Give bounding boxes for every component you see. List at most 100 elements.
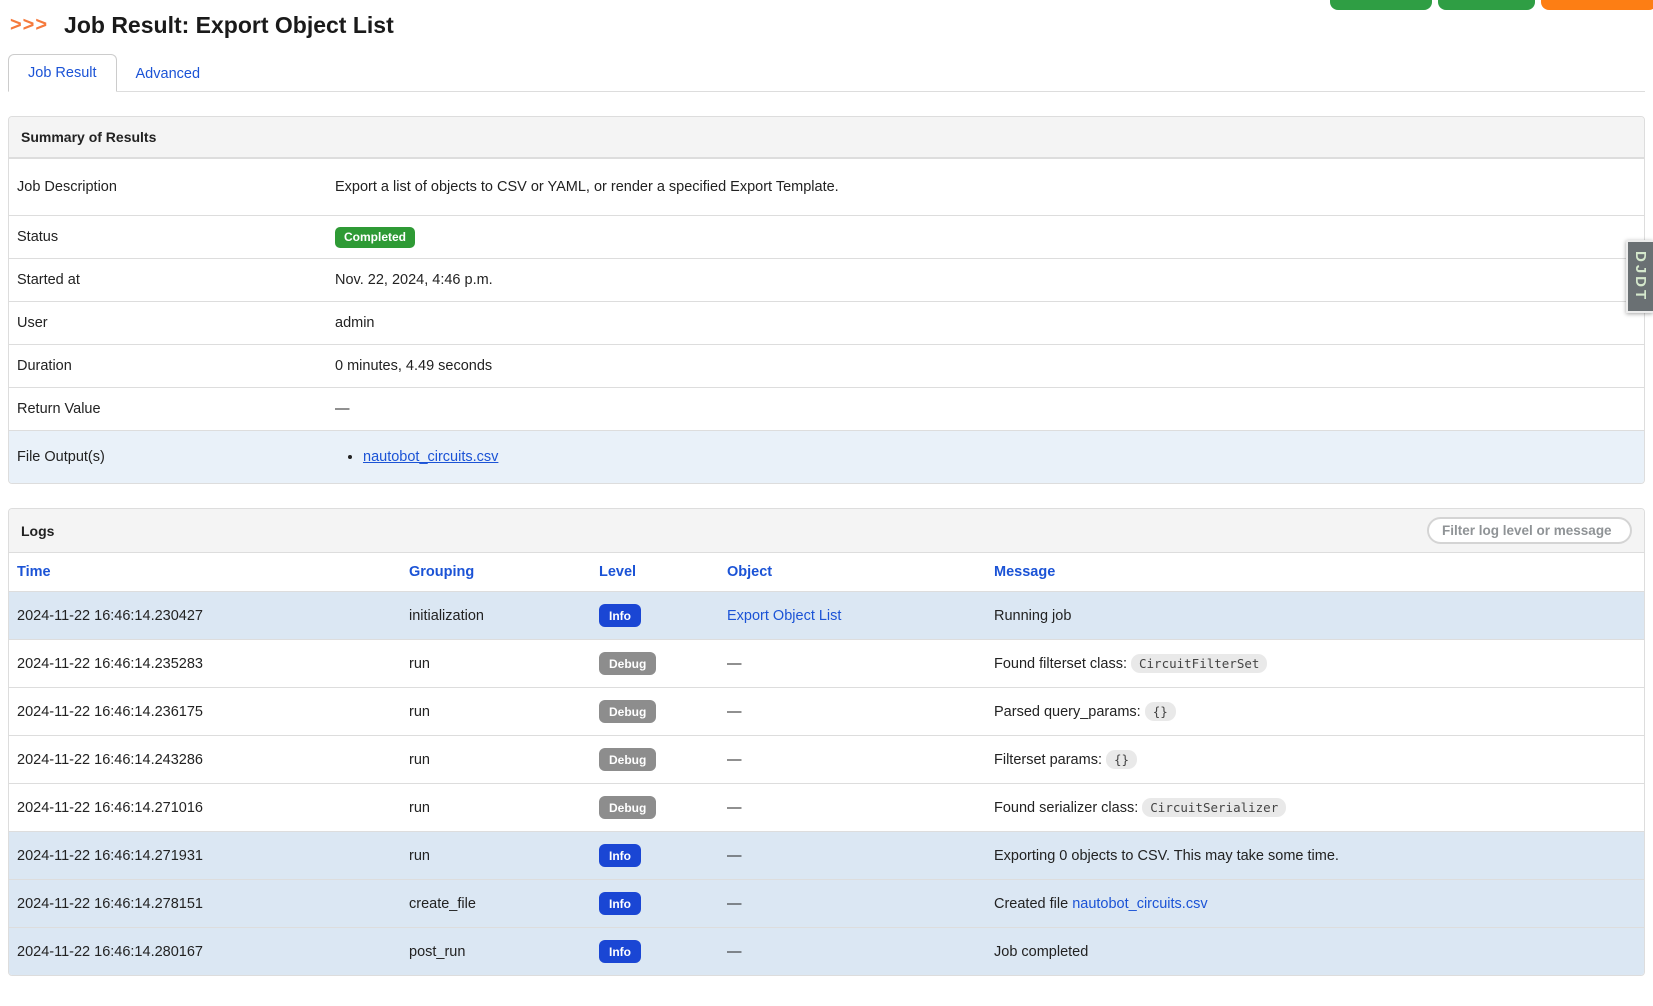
log-row: 2024-11-22 16:46:14.271931 run Info — Ex… xyxy=(9,832,1644,880)
log-message: Parsed query_params: {} xyxy=(986,688,1644,736)
log-row: 2024-11-22 16:46:14.243286 run Debug — F… xyxy=(9,736,1644,784)
log-time: 2024-11-22 16:46:14.243286 xyxy=(9,736,401,784)
log-time: 2024-11-22 16:46:14.235283 xyxy=(9,640,401,688)
log-level-badge: Debug xyxy=(599,700,656,723)
code-chip: CircuitSerializer xyxy=(1142,798,1286,817)
log-message-link[interactable]: nautobot_circuits.csv xyxy=(1072,896,1207,912)
sort-column-grouping[interactable]: Grouping xyxy=(409,564,474,580)
em-dash: — xyxy=(727,752,742,768)
summary-row-job-description: Job Description Export a list of objects… xyxy=(9,158,1644,215)
log-level: Debug xyxy=(591,784,719,832)
summary-row-return-value: Return Value — xyxy=(9,387,1644,430)
log-message-text: Created file xyxy=(994,896,1072,912)
sort-column-level[interactable]: Level xyxy=(599,564,636,580)
log-grouping: initialization xyxy=(401,592,591,640)
log-object: — xyxy=(719,736,986,784)
log-level-badge: Info xyxy=(599,940,641,963)
nautobot-prompt-icon: >>> xyxy=(10,14,48,37)
log-level-badge: Info xyxy=(599,892,641,915)
log-object: — xyxy=(719,880,986,928)
summary-label: Status xyxy=(9,219,327,255)
summary-row-user: User admin xyxy=(9,301,1644,344)
summary-value: nautobot_circuits.csv xyxy=(327,439,506,475)
log-time: 2024-11-22 16:46:14.271016 xyxy=(9,784,401,832)
code-chip: CircuitFilterSet xyxy=(1131,654,1267,673)
em-dash: — xyxy=(727,944,742,960)
summary-row-status: Status Completed xyxy=(9,215,1644,258)
log-message-text: Parsed query_params: xyxy=(994,704,1145,720)
log-level-badge: Debug xyxy=(599,652,656,675)
summary-value: Nov. 22, 2024, 4:46 p.m. xyxy=(327,262,501,298)
log-time: 2024-11-22 16:46:14.280167 xyxy=(9,928,401,976)
log-message: Found filterset class: CircuitFilterSet xyxy=(986,640,1644,688)
action-button-orange[interactable] xyxy=(1541,0,1653,10)
log-object: — xyxy=(719,784,986,832)
summary-label: Duration xyxy=(9,348,327,384)
summary-row-file-outputs: File Output(s) nautobot_circuits.csv xyxy=(9,430,1644,483)
file-output-link[interactable]: nautobot_circuits.csv xyxy=(363,449,498,465)
log-object: — xyxy=(719,640,986,688)
file-output-list: nautobot_circuits.csv xyxy=(335,449,498,465)
log-message: Filterset params: {} xyxy=(986,736,1644,784)
log-message: Exporting 0 objects to CSV. This may tak… xyxy=(986,832,1644,880)
log-level: Info xyxy=(591,832,719,880)
log-level: Info xyxy=(591,592,719,640)
log-object: — xyxy=(719,832,986,880)
action-button-green-1[interactable] xyxy=(1330,0,1432,10)
summary-value: Completed xyxy=(327,217,423,258)
sort-column-time[interactable]: Time xyxy=(17,564,51,580)
logs-panel-title: Logs xyxy=(21,523,54,539)
log-object: — xyxy=(719,688,986,736)
log-row: 2024-11-22 16:46:14.236175 run Debug — P… xyxy=(9,688,1644,736)
summary-value: admin xyxy=(327,305,383,341)
log-object-link[interactable]: Export Object List xyxy=(727,608,841,624)
log-row: 2024-11-22 16:46:14.235283 run Debug — F… xyxy=(9,640,1644,688)
summary-label: Job Description xyxy=(9,169,327,205)
log-message-text: Found serializer class: xyxy=(994,800,1142,816)
log-time: 2024-11-22 16:46:14.278151 xyxy=(9,880,401,928)
log-message-text: Exporting 0 objects to CSV. This may tak… xyxy=(994,848,1339,864)
log-level-badge: Debug xyxy=(599,748,656,771)
summary-label: User xyxy=(9,305,327,341)
code-chip: {} xyxy=(1106,750,1137,769)
log-filter-input[interactable] xyxy=(1427,517,1632,544)
debug-toolbar-handle[interactable]: DJDT xyxy=(1626,240,1653,313)
sort-column-object[interactable]: Object xyxy=(727,564,772,580)
summary-value: — xyxy=(327,391,358,427)
summary-panel-title: Summary of Results xyxy=(9,117,1644,158)
log-table-body: 2024-11-22 16:46:14.230427 initializatio… xyxy=(9,592,1644,976)
summary-value: Export a list of objects to CSV or YAML,… xyxy=(327,169,847,205)
log-time: 2024-11-22 16:46:14.271931 xyxy=(9,832,401,880)
log-object: Export Object List xyxy=(719,592,986,640)
summary-label: Return Value xyxy=(9,391,327,427)
log-message: Running job xyxy=(986,592,1644,640)
summary-label: Started at xyxy=(9,262,327,298)
em-dash: — xyxy=(727,896,742,912)
log-grouping: run xyxy=(401,832,591,880)
tab-advanced[interactable]: Advanced xyxy=(117,56,220,92)
sort-column-message[interactable]: Message xyxy=(994,564,1055,580)
em-dash: — xyxy=(727,800,742,816)
log-grouping: run xyxy=(401,688,591,736)
log-message: Job completed xyxy=(986,928,1644,976)
log-message-text: Running job xyxy=(994,608,1071,624)
tab-job-result[interactable]: Job Result xyxy=(8,54,117,92)
log-row: 2024-11-22 16:46:14.230427 initializatio… xyxy=(9,592,1644,640)
log-level-badge: Debug xyxy=(599,796,656,819)
em-dash: — xyxy=(727,848,742,864)
log-row: 2024-11-22 16:46:14.280167 post_run Info… xyxy=(9,928,1644,976)
log-grouping: run xyxy=(401,640,591,688)
em-dash: — xyxy=(727,704,742,720)
log-grouping: run xyxy=(401,784,591,832)
log-message: Found serializer class: CircuitSerialize… xyxy=(986,784,1644,832)
file-output-item: nautobot_circuits.csv xyxy=(363,449,498,465)
log-message-text: Found filterset class: xyxy=(994,656,1131,672)
log-grouping: run xyxy=(401,736,591,784)
action-button-green-2[interactable] xyxy=(1438,0,1535,10)
log-table: Time Grouping Level Object Message 2024-… xyxy=(9,553,1644,975)
log-level-badge: Info xyxy=(599,844,641,867)
summary-panel: Summary of Results Job Description Expor… xyxy=(8,116,1645,484)
log-level: Debug xyxy=(591,736,719,784)
log-grouping: create_file xyxy=(401,880,591,928)
summary-label: File Output(s) xyxy=(9,439,327,475)
